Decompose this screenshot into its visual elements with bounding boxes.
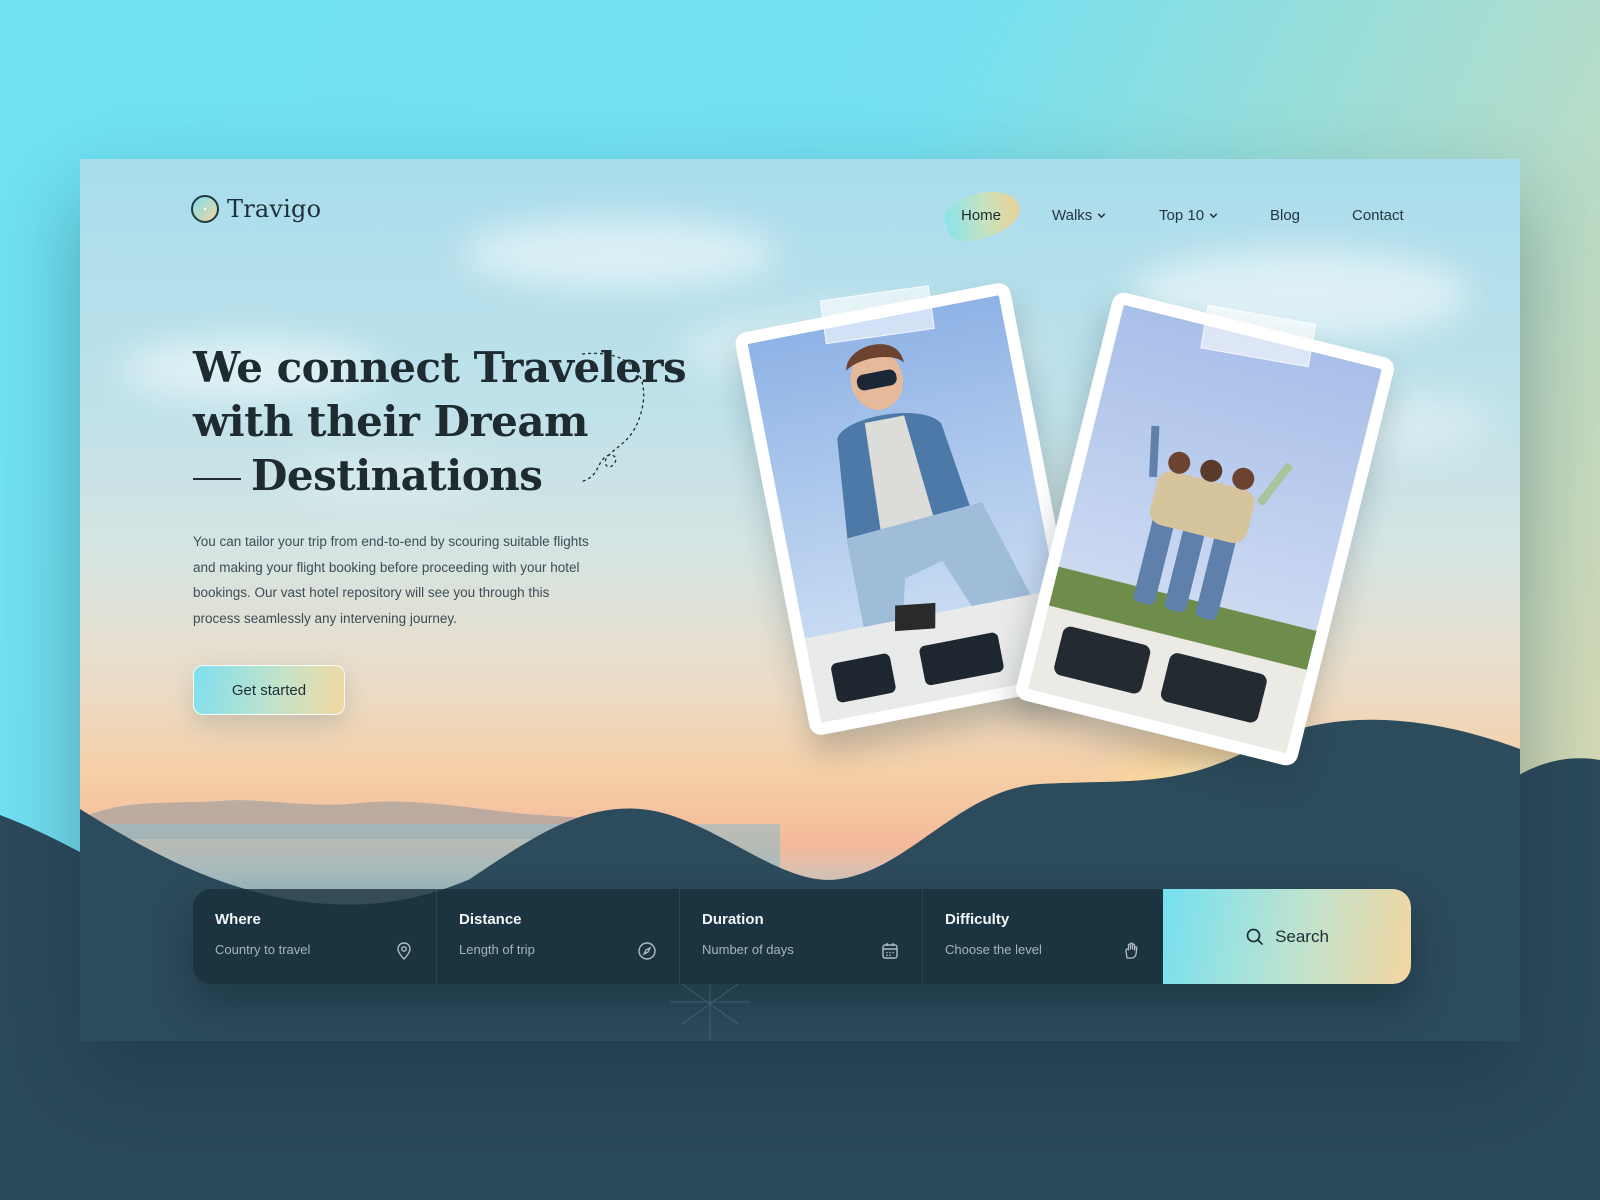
duration-label: Duration bbox=[702, 911, 764, 928]
headline-line2-bold: Dream bbox=[433, 397, 589, 446]
duration-input[interactable] bbox=[702, 942, 872, 957]
search-icon bbox=[1246, 928, 1263, 945]
headline-line2-normal: with their bbox=[193, 397, 434, 446]
difficulty-input[interactable] bbox=[945, 942, 1115, 957]
location-pin-icon bbox=[397, 942, 411, 960]
nav-walks-label: Walks bbox=[1052, 207, 1093, 224]
distance-label: Distance bbox=[459, 911, 522, 928]
nav-top10[interactable]: Top 10 bbox=[1159, 207, 1219, 224]
where-field[interactable]: Where bbox=[193, 889, 436, 984]
hero-description: You can tailor your trip from end-to-end… bbox=[193, 534, 589, 626]
search-button-label: Search bbox=[1275, 926, 1329, 946]
headline-line3-bold: Destinations bbox=[251, 451, 543, 500]
trip-search-bar: Where Distance Duration Difficulty Searc… bbox=[193, 889, 1411, 984]
nav-walks[interactable]: Walks bbox=[1052, 207, 1107, 224]
hand-icon bbox=[1125, 942, 1138, 959]
nav-top10-label: Top 10 bbox=[1159, 207, 1205, 224]
nav-home-label: Home bbox=[961, 207, 1002, 224]
hero-card: Travigo Home Walks Top 10 Blog Contact W… bbox=[80, 159, 1520, 1041]
where-input[interactable] bbox=[215, 942, 385, 957]
chevron-down-icon bbox=[1209, 213, 1218, 219]
paper-plane-icon bbox=[580, 352, 645, 483]
main-nav: Home Walks Top 10 Blog Contact bbox=[80, 207, 1520, 231]
headline-dash bbox=[193, 478, 241, 480]
distance-input[interactable] bbox=[459, 942, 629, 957]
sparkle-decoration bbox=[670, 984, 750, 1041]
duration-field[interactable]: Duration bbox=[679, 889, 922, 984]
get-started-button[interactable]: Get started bbox=[193, 665, 345, 715]
distance-field[interactable]: Distance bbox=[436, 889, 679, 984]
nav-home[interactable]: Home bbox=[961, 207, 1001, 224]
nav-contact[interactable]: Contact bbox=[1352, 207, 1404, 224]
nav-blog-label: Blog bbox=[1270, 207, 1301, 224]
headline-line1-normal: We connect bbox=[193, 343, 474, 392]
difficulty-label: Difficulty bbox=[945, 911, 1010, 928]
nav-contact-label: Contact bbox=[1352, 207, 1404, 224]
where-label: Where bbox=[215, 911, 261, 928]
search-button[interactable]: Search bbox=[1163, 889, 1411, 984]
difficulty-field[interactable]: Difficulty bbox=[922, 889, 1163, 984]
compass-icon bbox=[638, 942, 656, 960]
chevron-down-icon bbox=[1097, 213, 1106, 219]
calendar-icon bbox=[882, 943, 898, 959]
nav-blog[interactable]: Blog bbox=[1270, 207, 1300, 224]
